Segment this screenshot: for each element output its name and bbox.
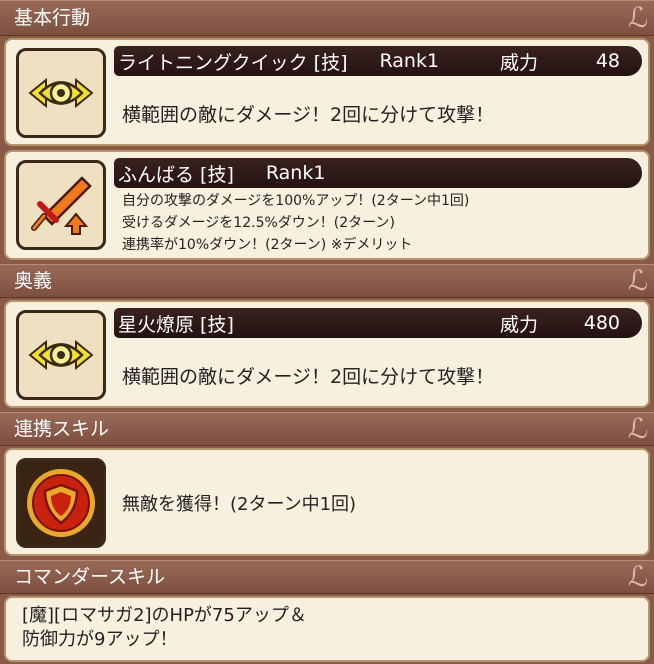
section-title-commander: コマンダースキル bbox=[14, 565, 166, 588]
skill-card-funbaru[interactable]: ふんばる [技] Rank1 自分の攻撃のダメージを100%アップ！(2ターン中… bbox=[4, 150, 650, 260]
section-header-basic: 基本行動 ℒ bbox=[0, 0, 654, 36]
section-header-ougi: 奥義 ℒ bbox=[0, 264, 654, 298]
skill-rank: Rank1 bbox=[379, 50, 440, 72]
description-line: [魔][ロマサガ2]のHPが75アップ＆ bbox=[22, 605, 307, 626]
description-line: 自分の攻撃のダメージを100%アップ！(2ターン中1回) bbox=[122, 193, 470, 209]
flourish-icon: ℒ bbox=[627, 560, 648, 593]
section-header-commander: コマンダースキル ℒ bbox=[0, 560, 654, 594]
skill-name: ライトニングクイック [技] bbox=[118, 51, 348, 74]
skill-rank: Rank1 bbox=[265, 162, 326, 184]
commander-skill-card[interactable]: [魔][ロマサガ2]のHPが75アップ＆ 防御力が9アップ！ bbox=[4, 596, 650, 662]
skill-description: 横範囲の敵にダメージ！2回に分けて攻撃！ bbox=[122, 104, 495, 126]
flourish-icon: ℒ bbox=[627, 1, 648, 34]
skill-icon-seika bbox=[16, 310, 106, 400]
skill-description: 自分の攻撃のダメージを100%アップ！(2ターン中1回) 受けるダメージを12.… bbox=[122, 190, 469, 256]
skill-card-lightning[interactable]: ライトニングクイック [技] Rank1 威力 48 横範囲の敵にダメージ！2回… bbox=[4, 38, 650, 146]
power-label: 威力 bbox=[499, 51, 538, 74]
skill-card-renkei[interactable]: 無敵を獲得！(2ターン中1回) bbox=[4, 448, 650, 556]
skill-icon-renkei bbox=[16, 458, 106, 548]
skill-description: 無敵を獲得！(2ターン中1回) bbox=[122, 494, 357, 515]
skill-icon-funbaru bbox=[16, 160, 106, 250]
eye-double-arrow-icon bbox=[28, 77, 94, 109]
skill-icon-lightning bbox=[16, 48, 106, 138]
skill-card-seika[interactable]: 星火燎原 [技] 威力 480 横範囲の敵にダメージ！2回に分けて攻撃！ bbox=[4, 300, 650, 408]
skill-title-bar: 星火燎原 [技] 威力 480 bbox=[114, 308, 642, 338]
power-value: 480 bbox=[583, 312, 620, 334]
section-title-ougi: 奥義 bbox=[14, 269, 53, 292]
section-title-basic: 基本行動 bbox=[14, 6, 91, 29]
skill-description: 横範囲の敵にダメージ！2回に分けて攻撃！ bbox=[122, 366, 495, 388]
skill-name: 星火燎原 [技] bbox=[118, 313, 234, 336]
section-title-renkei: 連携スキル bbox=[14, 417, 110, 440]
sword-up-arrow-icon bbox=[31, 176, 92, 235]
skill-title-bar: ライトニングクイック [技] Rank1 威力 48 bbox=[114, 46, 642, 76]
flourish-icon: ℒ bbox=[627, 264, 648, 297]
eye-double-arrow-icon bbox=[28, 339, 94, 371]
flourish-icon: ℒ bbox=[627, 412, 648, 445]
section-header-renkei: 連携スキル ℒ bbox=[0, 412, 654, 446]
power-value: 48 bbox=[595, 50, 620, 72]
skill-title-bar: ふんばる [技] Rank1 bbox=[114, 158, 642, 188]
skill-name: ふんばる [技] bbox=[118, 163, 234, 186]
description-line: 防御力が9アップ！ bbox=[22, 629, 178, 650]
description-line: 連携率が10%ダウン！(2ターン) ※デメリット bbox=[122, 237, 413, 253]
description-line: 受けるダメージを12.5%ダウン！(2ターン) bbox=[122, 215, 395, 231]
shield-emblem-icon bbox=[27, 469, 95, 537]
commander-description: [魔][ロマサガ2]のHPが75アップ＆ 防御力が9アップ！ bbox=[22, 604, 307, 652]
power-label: 威力 bbox=[499, 313, 538, 336]
